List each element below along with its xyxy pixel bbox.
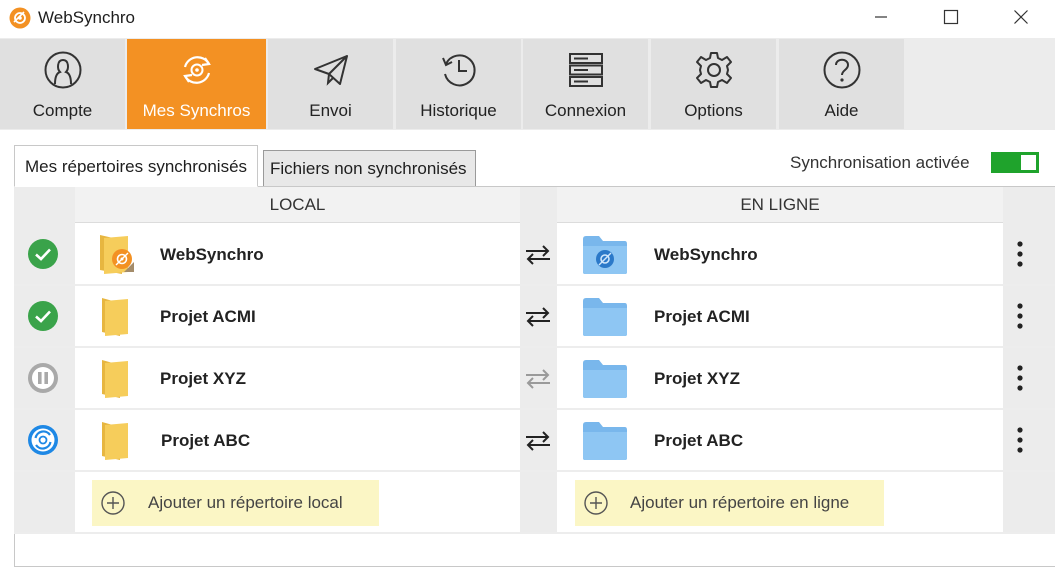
sync-direction-arrows-disabled-icon bbox=[526, 369, 550, 389]
local-folder-name: Projet XYZ bbox=[160, 369, 246, 388]
add-online-folder-button[interactable]: Ajouter un répertoire en ligne bbox=[575, 480, 884, 526]
maximize-button[interactable] bbox=[926, 0, 976, 34]
toolbar-historique-label: Historique bbox=[420, 101, 497, 120]
row-menu-icon[interactable] bbox=[1014, 302, 1026, 330]
syncing-icon bbox=[28, 425, 58, 455]
toolbar-historique[interactable]: Historique bbox=[396, 39, 521, 129]
paused-icon bbox=[28, 363, 58, 393]
sync-toggle-label: Synchronisation activée bbox=[790, 153, 970, 172]
minimize-button[interactable] bbox=[856, 0, 906, 34]
maximize-icon bbox=[943, 9, 959, 25]
sync-direction-arrows-icon bbox=[526, 245, 550, 265]
local-folder-name: WebSynchro bbox=[160, 245, 264, 264]
row-divider bbox=[14, 284, 1055, 286]
websynchro-local-folder-icon bbox=[100, 235, 134, 274]
menu-column bbox=[1003, 187, 1055, 533]
toolbar-mes-synchros-label: Mes Synchros bbox=[142, 101, 251, 120]
toggle-knob bbox=[1021, 155, 1036, 170]
app-title: WebSynchro bbox=[38, 8, 136, 27]
sync-icon bbox=[182, 56, 211, 84]
online-folder-icon bbox=[583, 360, 627, 398]
synced-check-icon bbox=[28, 301, 58, 331]
row-divider bbox=[14, 408, 1055, 410]
toolbar-options[interactable]: Options bbox=[651, 39, 776, 129]
toolbar-connexion[interactable]: Connexion bbox=[523, 39, 648, 129]
toolbar-connexion-label: Connexion bbox=[544, 101, 627, 120]
online-folder-icon bbox=[583, 422, 627, 460]
add-circle-icon bbox=[584, 491, 608, 515]
toolbar-compte-label: Compte bbox=[32, 101, 93, 120]
toolbar-spacer bbox=[906, 39, 1055, 129]
add-online-folder-label: Ajouter un répertoire en ligne bbox=[630, 493, 850, 512]
toolbar-compte[interactable]: Compte bbox=[0, 39, 125, 129]
online-folder-name: Projet ACMI bbox=[654, 307, 750, 326]
row-divider bbox=[14, 470, 1055, 472]
help-icon bbox=[823, 51, 860, 89]
local-folder-name: Projet ACMI bbox=[160, 307, 256, 326]
add-local-folder-label: Ajouter un répertoire local bbox=[148, 493, 343, 512]
direction-column bbox=[520, 187, 557, 533]
account-icon bbox=[44, 51, 81, 89]
server-icon bbox=[568, 53, 603, 87]
local-folder-icon bbox=[102, 360, 128, 398]
toolbar-options-label: Options bbox=[684, 101, 743, 120]
add-local-folder-button[interactable]: Ajouter un répertoire local bbox=[92, 480, 379, 526]
toolbar-envoi-label: Envoi bbox=[309, 101, 352, 120]
sync-direction-arrows-icon bbox=[526, 307, 550, 327]
local-column-header: LOCAL bbox=[75, 187, 520, 223]
online-folder-icon bbox=[583, 298, 627, 336]
local-folder-icon bbox=[102, 298, 128, 336]
local-folder-name: Projet ABC bbox=[161, 431, 251, 450]
close-icon bbox=[1014, 10, 1028, 24]
row-menu-icon[interactable] bbox=[1014, 426, 1026, 454]
local-folder-icon bbox=[102, 422, 128, 460]
online-folder-name: Projet ABC bbox=[654, 431, 744, 450]
title-bar: WebSynchro bbox=[0, 0, 1055, 38]
row-divider bbox=[14, 346, 1055, 348]
websynchro-online-folder-icon bbox=[583, 236, 627, 274]
history-icon bbox=[441, 54, 476, 87]
websynchro-logo-icon bbox=[9, 7, 31, 29]
toolbar-aide-label: Aide bbox=[824, 101, 859, 120]
toolbar-envoi[interactable]: Envoi bbox=[268, 39, 393, 129]
toolbar-aide[interactable]: Aide bbox=[779, 39, 904, 129]
sync-direction-arrows-icon bbox=[526, 431, 550, 451]
online-folder-name: WebSynchro bbox=[654, 245, 758, 264]
gear-icon bbox=[695, 52, 732, 88]
tab-synced-folders[interactable]: Mes répertoires synchronisés bbox=[14, 145, 259, 187]
synced-check-icon bbox=[28, 239, 58, 269]
online-folder-name: Projet XYZ bbox=[654, 369, 740, 388]
row-menu-icon[interactable] bbox=[1014, 364, 1026, 392]
row-menu-icon[interactable] bbox=[1014, 240, 1026, 268]
toolbar-mes-synchros[interactable]: Mes Synchros bbox=[127, 39, 266, 129]
add-circle-icon bbox=[101, 491, 125, 515]
main-toolbar: Compte Mes Synchros Envoi Historique Con… bbox=[0, 38, 1055, 130]
tab-unsynced-files[interactable]: Fichiers non synchronisés bbox=[263, 150, 476, 186]
close-button[interactable] bbox=[996, 0, 1046, 34]
send-icon bbox=[313, 55, 348, 86]
row-divider bbox=[14, 532, 1055, 534]
online-column-header: EN LIGNE bbox=[557, 187, 1003, 223]
sync-toggle-switch[interactable] bbox=[991, 152, 1039, 173]
minimize-icon bbox=[875, 16, 887, 18]
